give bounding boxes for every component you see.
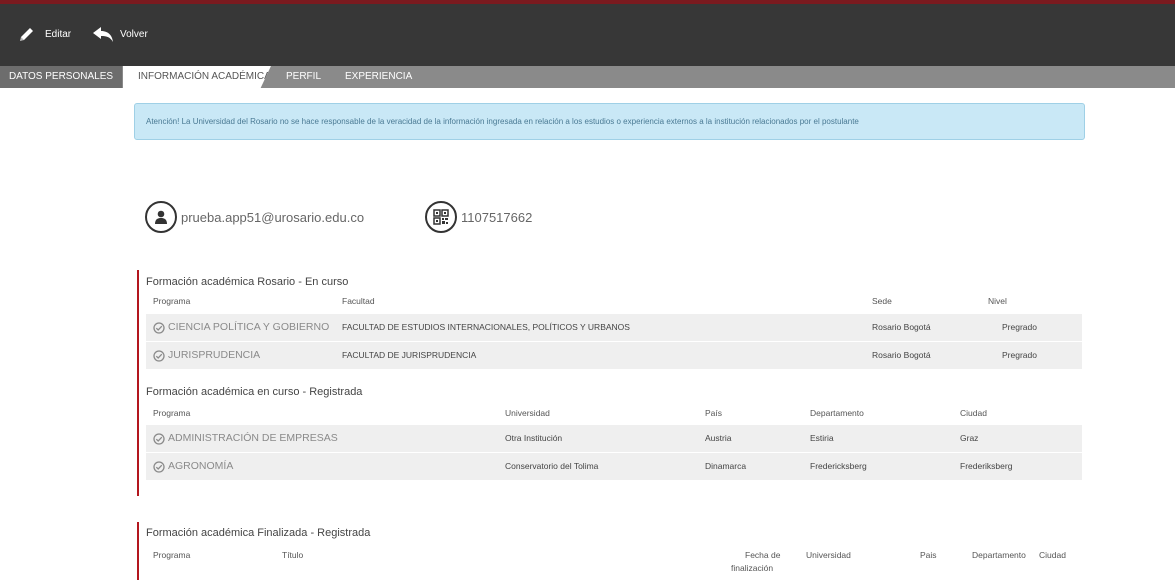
table-row: ADMINISTRACIÓN DE EMPRESAS Otra Instituc… xyxy=(146,425,1082,452)
tab-perfil[interactable]: PERFIL xyxy=(286,66,321,88)
column-header-nivel: Nivel xyxy=(988,296,1007,306)
check-circle-icon xyxy=(153,349,165,362)
city-cell: Graz xyxy=(960,433,979,443)
column-header-universidad: Universidad xyxy=(505,408,550,418)
program-cell: JURISPRUDENCIA xyxy=(153,342,260,369)
tab-datos-personales[interactable]: DATOS PERSONALES xyxy=(0,66,122,88)
id-number-text: 1107517662 xyxy=(461,209,533,225)
nivel-cell: Pregrado xyxy=(1002,350,1037,360)
email-info: prueba.app51@urosario.edu.co xyxy=(145,201,364,233)
column-header-facultad: Facultad xyxy=(342,296,375,306)
department-cell: Estiria xyxy=(810,433,834,443)
column-header-ciudad: Ciudad xyxy=(1039,550,1066,560)
academic-section-finished: Formación académica Finalizada - Registr… xyxy=(137,522,1082,580)
column-header-ciudad: Ciudad xyxy=(960,408,987,418)
tab-informacion-academica[interactable]: INFORMACIÓN ACADÉMICA xyxy=(123,66,271,88)
table-row: CIENCIA POLÍTICA Y GOBIERNO FACULTAD DE … xyxy=(146,314,1082,341)
program-cell: ADMINISTRACIÓN DE EMPRESAS xyxy=(153,425,338,452)
university-cell: Conservatorio del Tolima xyxy=(505,461,599,471)
faculty-cell: FACULTAD DE JURISPRUDENCIA xyxy=(342,350,477,360)
column-header-pais: País xyxy=(705,408,723,418)
column-header-programa: Programa xyxy=(153,296,191,306)
id-info: 1107517662 xyxy=(425,201,532,233)
country-cell: Dinamarca xyxy=(705,461,747,471)
undo-arrow-icon xyxy=(92,26,114,43)
column-header-titulo: Título xyxy=(282,550,304,560)
section-title-en-curso-registrada: Formación académica en curso - Registrad… xyxy=(146,386,363,398)
department-cell: Fredericksberg xyxy=(810,461,867,471)
column-header-departamento: Departamento xyxy=(972,550,1026,560)
country-cell: Austria xyxy=(705,433,732,443)
city-cell: Frederiksberg xyxy=(960,461,1013,471)
back-label: Volver xyxy=(120,29,148,40)
table-row: JURISPRUDENCIA FACULTAD DE JURISPRUDENCI… xyxy=(146,342,1082,369)
nivel-cell: Pregrado xyxy=(1002,322,1037,332)
column-header-fecha-finalizacion-1: Fecha de xyxy=(745,550,781,560)
check-circle-icon xyxy=(153,432,165,445)
disclaimer-alert: Atención! La Universidad del Rosario no … xyxy=(134,103,1085,140)
user-icon xyxy=(145,201,177,233)
tabs-bar: DATOS PERSONALES INFORMACIÓN ACADÉMICA P… xyxy=(0,66,1175,88)
sede-cell: Rosario Bogotá xyxy=(872,350,931,360)
column-header-fecha-finalizacion-2: finalización xyxy=(731,563,774,573)
faculty-cell: FACULTAD DE ESTUDIOS INTERNACIONALES, PO… xyxy=(342,322,630,332)
section-title-finalizada-registrada: Formación académica Finalizada - Registr… xyxy=(146,527,371,539)
column-header-departamento: Departamento xyxy=(810,408,864,418)
top-toolbar: Editar Volver xyxy=(0,0,1175,66)
column-header-pais: Pais xyxy=(920,550,937,560)
check-circle-icon xyxy=(153,460,165,473)
tab-experiencia[interactable]: EXPERIENCIA xyxy=(345,66,412,88)
email-text: prueba.app51@urosario.edu.co xyxy=(181,209,365,225)
column-header-sede: Sede xyxy=(872,296,892,306)
table-row: AGRONOMÍA Conservatorio del Tolima Dinam… xyxy=(146,453,1082,480)
pencil-icon xyxy=(18,26,35,43)
program-cell: AGRONOMÍA xyxy=(153,453,233,480)
qr-code-icon xyxy=(425,201,457,233)
check-circle-icon xyxy=(153,321,165,334)
column-header-programa: Programa xyxy=(153,550,191,560)
sede-cell: Rosario Bogotá xyxy=(872,322,931,332)
back-button[interactable]: Volver xyxy=(92,26,148,43)
section-title-rosario-en-curso: Formación académica Rosario - En curso xyxy=(146,276,349,288)
university-cell: Otra Institución xyxy=(505,433,563,443)
column-header-universidad: Universidad xyxy=(806,550,851,560)
edit-button[interactable]: Editar xyxy=(18,26,71,43)
academic-section-current: Formación académica Rosario - En curso P… xyxy=(137,270,1082,496)
column-header-programa: Programa xyxy=(153,408,191,418)
program-cell: CIENCIA POLÍTICA Y GOBIERNO xyxy=(153,314,329,341)
edit-label: Editar xyxy=(45,29,72,40)
